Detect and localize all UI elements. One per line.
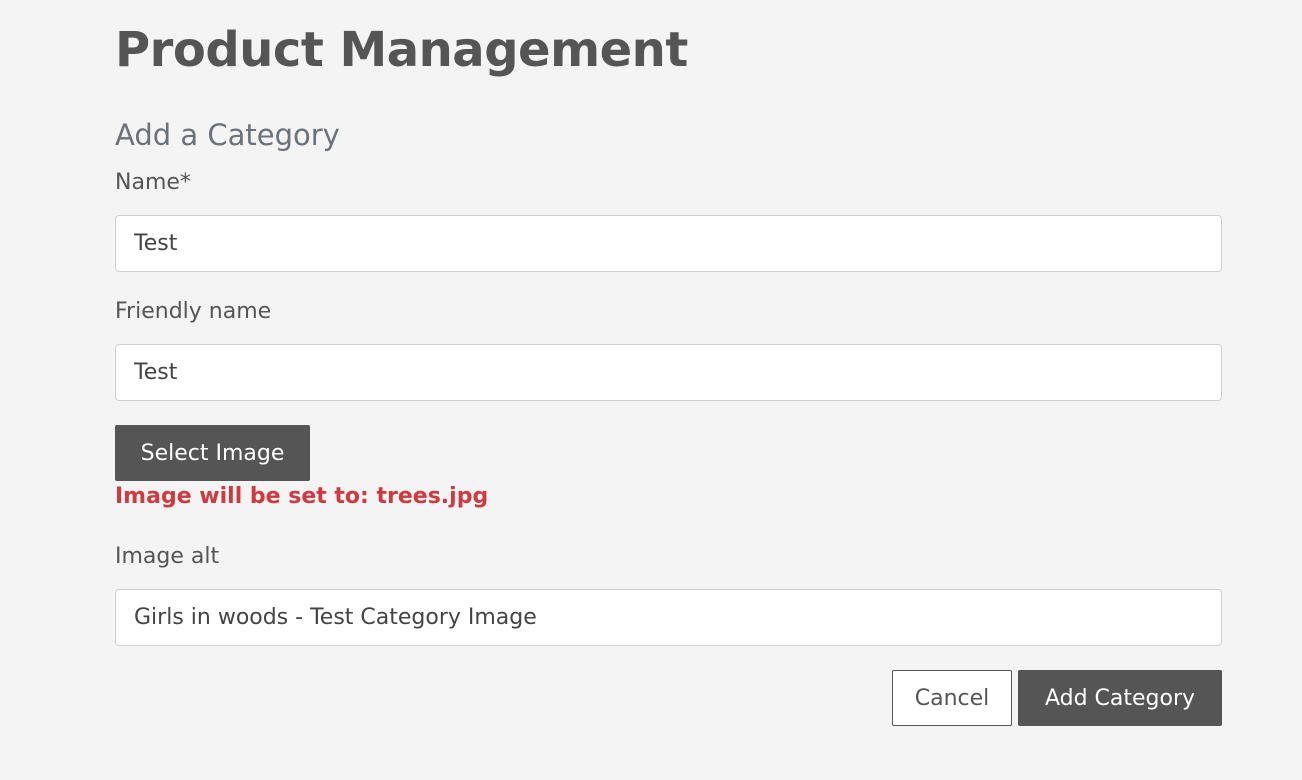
page-title: Product Management [115, 22, 688, 78]
name-label: Name* [115, 170, 191, 195]
add-category-button[interactable]: Add Category [1018, 670, 1222, 726]
image-selected-note: Image will be set to: trees.jpg [115, 484, 489, 509]
select-image-button[interactable]: Select Image [115, 425, 310, 481]
friendly-name-input[interactable] [115, 344, 1222, 401]
image-alt-label: Image alt [115, 544, 220, 569]
image-alt-input[interactable] [115, 589, 1222, 646]
cancel-button[interactable]: Cancel [892, 670, 1012, 726]
name-input[interactable] [115, 215, 1222, 272]
section-title: Add a Category [115, 118, 340, 152]
friendly-name-label: Friendly name [115, 299, 272, 324]
